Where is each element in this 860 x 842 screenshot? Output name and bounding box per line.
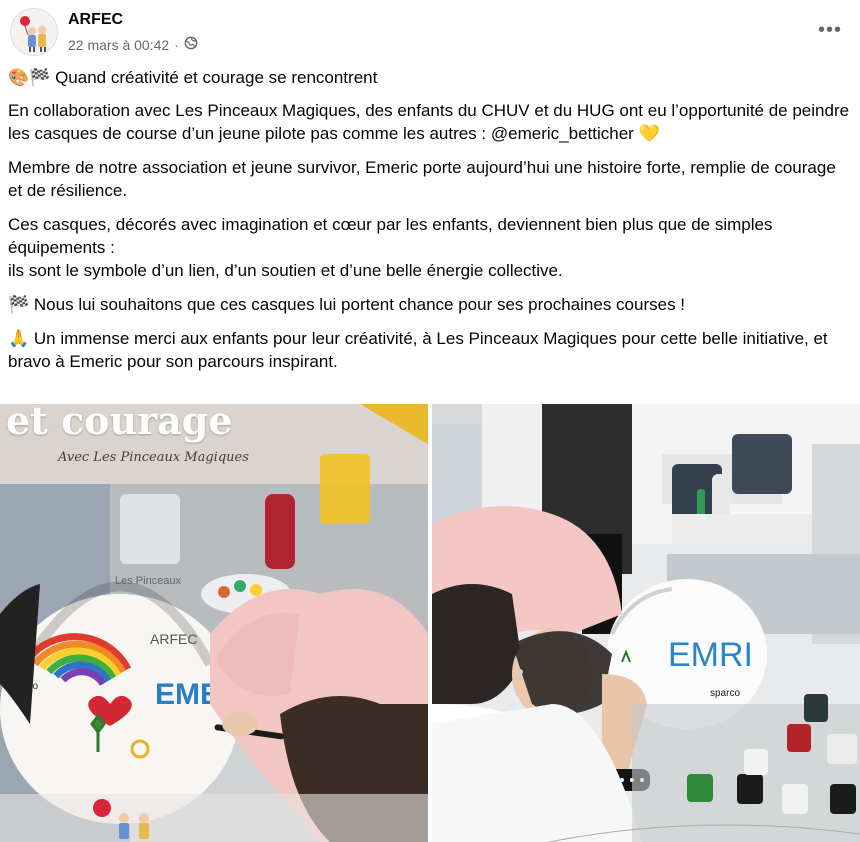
globe-icon xyxy=(184,36,198,53)
post-meta: 22 mars à 00:42 · xyxy=(68,36,198,53)
author-name[interactable]: ARFEC xyxy=(68,11,123,29)
paragraph-collaboration-text: En collaboration avec Les Pinceaux Magiq… xyxy=(8,101,850,143)
palette-flag-emoji: 🎨🏁 xyxy=(8,68,51,87)
photo-left[interactable]: EMEI ARFEC Les Pinceaux sparco et courag… xyxy=(0,404,428,842)
post-headline: 🎨🏁 Quand créativité et courage se rencon… xyxy=(8,66,854,89)
more-horizontal-icon: ••• xyxy=(817,18,842,41)
photo-right[interactable]: EMRI sparco xyxy=(432,404,860,842)
author-avatar[interactable] xyxy=(10,8,58,56)
left-overlay-subtitle: Avec Les Pinceaux Magiques xyxy=(58,450,249,465)
meta-separator: · xyxy=(174,36,179,53)
paragraph-member: Membre de notre association et jeune sur… xyxy=(8,158,836,200)
headline-text: Quand créativité et courage se rencontre… xyxy=(55,68,378,87)
paragraph-helmets: Ces casques, décorés avec imagination et… xyxy=(8,213,854,282)
paragraph-thanks-text: Un immense merci aux enfants pour leur c… xyxy=(8,329,828,371)
mention-link[interactable]: @emeric_betticher xyxy=(491,124,634,143)
paragraph-helmets-line1: Ces casques, décorés avec imagination et… xyxy=(8,215,773,257)
post-header: ARFEC 22 mars à 00:42 · ••• xyxy=(0,0,860,62)
post-images: EMEI ARFEC Les Pinceaux sparco et courag… xyxy=(0,404,860,842)
folded-hands-emoji: 🙏 xyxy=(8,329,30,348)
paragraph-collaboration: En collaboration avec Les Pinceaux Magiq… xyxy=(8,99,854,145)
checkered-flag-emoji: 🏁 xyxy=(8,295,30,314)
right-helmet-text: EMRI xyxy=(668,636,753,674)
post-timestamp[interactable]: 22 mars à 00:42 xyxy=(68,37,169,53)
left-overlay-title: et courage xyxy=(6,404,233,443)
paragraph-helmets-line2: ils sont le symbole d’un lien, d’un sout… xyxy=(8,261,563,280)
left-helmet-small-text2: Les Pinceaux xyxy=(115,575,182,587)
left-helmet-small-text: ARFEC xyxy=(150,631,197,647)
paragraph-wishes: 🏁 Nous lui souhaitons que ces casques lu… xyxy=(8,293,854,316)
more-options-button[interactable]: ••• xyxy=(816,16,844,44)
paragraph-wishes-text: Nous lui souhaitons que ces casques lui … xyxy=(33,295,686,314)
right-helmet-brand: sparco xyxy=(710,688,740,699)
yellow-heart-emoji: 💛 xyxy=(638,124,660,143)
post-body: 🎨🏁 Quand créativité et courage se rencon… xyxy=(8,66,854,384)
paragraph-thanks: 🙏 Un immense merci aux enfants pour leur… xyxy=(8,327,854,373)
